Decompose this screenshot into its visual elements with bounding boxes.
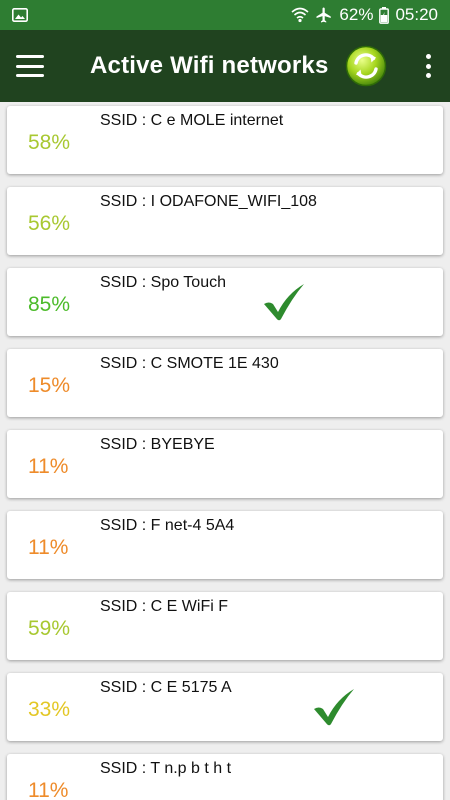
clock: 05:20 [395, 5, 438, 24]
network-card[interactable]: 59% SSID : C E WiFi F [7, 592, 443, 660]
network-card[interactable]: 11% SSID : F net-4 5A4 [7, 511, 443, 579]
ssid-label: SSID : C E WiFi F [100, 598, 228, 615]
check-icon [312, 687, 356, 732]
signal-percent: 11% [28, 536, 69, 559]
status-bar: 62% 05:20 [0, 0, 450, 30]
airplane-mode-icon [315, 6, 333, 24]
overflow-menu-icon[interactable] [426, 54, 432, 78]
signal-percent: 58% [28, 131, 71, 154]
page-title: Active Wifi networks [90, 52, 329, 79]
network-card[interactable]: 11% SSID : BYEBYE [7, 430, 443, 498]
network-card[interactable]: 11% SSID : T n.p b t h t [7, 754, 443, 800]
signal-percent: 56% [28, 212, 71, 235]
gallery-notification-icon [12, 8, 28, 22]
app-bar: Active Wifi networks [0, 30, 450, 102]
ssid-label: SSID : BYEBYE [100, 436, 215, 453]
ssid-label: SSID : C SMOTE 1E 430 [100, 355, 279, 372]
ssid-label: SSID : C e MOLE internet [100, 112, 284, 129]
signal-percent: 33% [28, 698, 71, 721]
network-card[interactable]: 56% SSID : I ODAFONE_WIFI_108 [7, 187, 443, 255]
hamburger-menu-icon[interactable] [16, 55, 44, 77]
network-card[interactable]: 85% SSID : Spo Touch [7, 268, 443, 336]
signal-percent: 11% [28, 455, 69, 478]
wifi-signal-icon [291, 7, 309, 23]
refresh-icon[interactable] [345, 45, 387, 87]
network-list[interactable]: 58% SSID : C e MOLE internet 56% SSID : … [0, 102, 450, 800]
battery-percent: 62% [339, 5, 374, 24]
ssid-label: SSID : Spo Touch [100, 274, 226, 291]
ssid-label: SSID : C E 5175 A [100, 679, 232, 696]
ssid-label: SSID : I ODAFONE_WIFI_108 [100, 193, 317, 210]
ssid-label: SSID : F net-4 5A4 [100, 517, 235, 534]
signal-percent: 11% [28, 779, 69, 800]
network-card[interactable]: 33% SSID : C E 5175 A [7, 673, 443, 741]
check-icon [262, 282, 306, 327]
network-card[interactable]: 15% SSID : C SMOTE 1E 430 [7, 349, 443, 417]
battery-icon [379, 6, 390, 24]
signal-percent: 85% [28, 293, 71, 316]
signal-percent: 15% [28, 374, 71, 397]
signal-percent: 59% [28, 617, 71, 640]
ssid-label: SSID : T n.p b t h t [100, 760, 232, 777]
network-card[interactable]: 58% SSID : C e MOLE internet [7, 106, 443, 174]
